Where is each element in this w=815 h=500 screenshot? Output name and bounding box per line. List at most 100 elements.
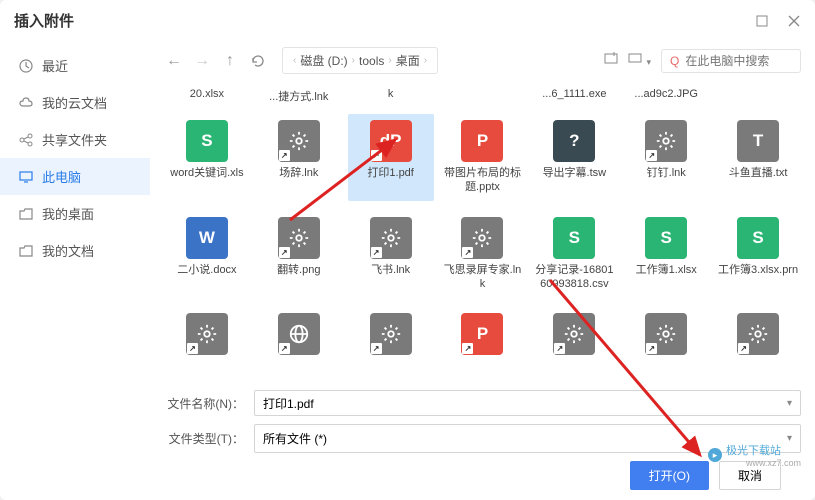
clock-icon xyxy=(18,58,34,74)
breadcrumb-part[interactable]: 桌面 xyxy=(396,52,420,69)
file-icon: T xyxy=(737,120,779,162)
shortcut-badge-icon: ↗ xyxy=(371,150,382,161)
file-item[interactable]: ↗ xyxy=(623,307,709,365)
shortcut-badge-icon: ↗ xyxy=(279,343,290,354)
sidebar-item-shared[interactable]: 共享文件夹 xyxy=(0,121,150,158)
search-box[interactable]: Q xyxy=(661,49,801,73)
sidebar-item-recent[interactable]: 最近 xyxy=(0,47,150,84)
file-item[interactable]: S工作簿3.xlsx.prn xyxy=(715,211,801,298)
file-item[interactable]: dP↗打印1.pdf xyxy=(348,114,434,201)
filename-label: 文件名称(N)： xyxy=(164,395,244,412)
filetype-label: 文件类型(T)： xyxy=(164,430,244,447)
monitor-icon xyxy=(18,169,34,185)
truncated-label: ...ad9c2.JPG xyxy=(623,88,709,104)
file-icon: S xyxy=(553,217,595,259)
file-item[interactable]: ↗ xyxy=(715,307,801,365)
chevron-right-icon: › xyxy=(352,55,355,66)
filetype-value: 所有文件 (*) xyxy=(263,430,327,447)
filename-field[interactable]: ▾ xyxy=(254,390,801,416)
sidebar-item-cloud-docs[interactable]: 我的云文档 xyxy=(0,84,150,121)
file-icon: ↗ xyxy=(278,313,320,355)
filename-input[interactable] xyxy=(263,396,787,410)
refresh-button[interactable] xyxy=(248,51,268,71)
file-icon: ↗ xyxy=(370,217,412,259)
maximize-button[interactable] xyxy=(755,14,769,28)
search-input[interactable] xyxy=(685,54,792,68)
chevron-down-icon[interactable]: ▾ xyxy=(787,433,792,444)
file-icon: S xyxy=(186,120,228,162)
toolbar: ← → ↑ ‹ 磁盘 (D:) › tools › 桌面 › ▾ xyxy=(164,41,801,84)
file-item[interactable]: T 斗鱼直播.txt xyxy=(715,114,801,201)
truncated-label: ...捷方式.lnk xyxy=(256,88,342,104)
file-label: 导出字幕.tsw xyxy=(543,166,607,180)
filetype-select[interactable]: 所有文件 (*) ▾ xyxy=(254,424,801,453)
file-item[interactable]: ↗飞书.lnk xyxy=(348,211,434,298)
shortcut-badge-icon: ↗ xyxy=(462,247,473,258)
file-label: 场辞.lnk xyxy=(279,166,318,180)
up-button[interactable]: ↑ xyxy=(220,51,240,71)
view-mode-icon[interactable]: ▾ xyxy=(628,51,651,70)
file-item[interactable]: ↗ xyxy=(256,307,342,365)
breadcrumb[interactable]: ‹ 磁盘 (D:) › tools › 桌面 › xyxy=(282,47,438,74)
sidebar-item-label: 我的云文档 xyxy=(42,93,107,112)
file-icon: S xyxy=(645,217,687,259)
file-icon: ↗ xyxy=(553,313,595,355)
sidebar-item-desktop[interactable]: 我的桌面 xyxy=(0,195,150,232)
file-item[interactable]: Sword关键词.xls xyxy=(164,114,250,201)
file-icon: ↗ xyxy=(461,217,503,259)
chevron-right-icon: › xyxy=(388,55,391,66)
file-label: 飞思录屏专家.lnk xyxy=(442,263,524,292)
sidebar-item-documents[interactable]: 我的文档 xyxy=(0,232,150,269)
file-item[interactable]: ↗ 飞思录屏专家.lnk xyxy=(440,211,526,298)
file-item[interactable]: S工作簿1.xlsx xyxy=(623,211,709,298)
dialog-window: 插入附件 最近 我的云文档 共享文件夹 xyxy=(0,0,815,500)
breadcrumb-part[interactable]: tools xyxy=(359,54,384,68)
cloud-icon xyxy=(18,95,34,111)
breadcrumb-part[interactable]: 磁盘 (D:) xyxy=(300,52,347,69)
file-icon: ↗ xyxy=(186,313,228,355)
shortcut-badge-icon: ↗ xyxy=(371,343,382,354)
dialog-title: 插入附件 xyxy=(14,10,74,31)
file-item[interactable]: S 分享记录-1680160993818.csv xyxy=(531,211,617,298)
file-item[interactable]: ?导出字幕.tsw xyxy=(531,114,617,201)
main-panel: ← → ↑ ‹ 磁盘 (D:) › tools › 桌面 › ▾ xyxy=(150,41,815,500)
file-item[interactable]: ↗ xyxy=(531,307,617,365)
chevron-down-icon[interactable]: ▾ xyxy=(787,398,792,409)
file-label: 斗鱼直播.txt xyxy=(729,166,788,180)
file-item[interactable]: P带图片布局的标题.pptx xyxy=(440,114,526,201)
truncated-label: k xyxy=(348,88,434,104)
file-item[interactable]: W二小说.docx xyxy=(164,211,250,298)
file-label: 分享记录-1680160993818.csv xyxy=(533,263,615,292)
back-button[interactable]: ← xyxy=(164,51,184,71)
truncated-label: 20.xlsx xyxy=(164,88,250,104)
shortcut-badge-icon: ↗ xyxy=(646,343,657,354)
file-item[interactable]: ↗钉钉.lnk xyxy=(623,114,709,201)
file-item[interactable]: ↗ 场辞.lnk xyxy=(256,114,342,201)
close-button[interactable] xyxy=(787,14,801,28)
folder-icon xyxy=(18,206,34,222)
sidebar-item-label: 我的桌面 xyxy=(42,204,94,223)
file-item[interactable]: ↗ 翻转.png xyxy=(256,211,342,298)
file-item[interactable]: P↗ xyxy=(440,307,526,365)
new-folder-icon[interactable] xyxy=(604,51,618,70)
file-label: 带图片布局的标题.pptx xyxy=(442,166,524,195)
open-button[interactable]: 打开(O) xyxy=(630,461,709,490)
file-item[interactable]: ↗ xyxy=(164,307,250,365)
forward-button[interactable]: → xyxy=(192,51,212,71)
file-icon: ↗ xyxy=(645,313,687,355)
sidebar-item-this-pc[interactable]: 此电脑 xyxy=(0,158,150,195)
file-label: word关键词.xls xyxy=(170,166,243,180)
file-icon: ↗ xyxy=(278,120,320,162)
cancel-button[interactable]: 取消 xyxy=(719,461,781,490)
sidebar-item-label: 我的文档 xyxy=(42,241,94,260)
shortcut-badge-icon: ↗ xyxy=(371,247,382,258)
sidebar-item-label: 最近 xyxy=(42,56,68,75)
file-icon: S xyxy=(737,217,779,259)
file-label: 二小说.docx xyxy=(177,263,236,277)
file-label: 打印1.pdf xyxy=(367,166,413,180)
truncated-label xyxy=(440,88,526,104)
file-icon: ↗ xyxy=(278,217,320,259)
file-item[interactable]: ↗ xyxy=(348,307,434,365)
file-label: 翻转.png xyxy=(277,263,320,277)
titlebar: 插入附件 xyxy=(0,0,815,41)
